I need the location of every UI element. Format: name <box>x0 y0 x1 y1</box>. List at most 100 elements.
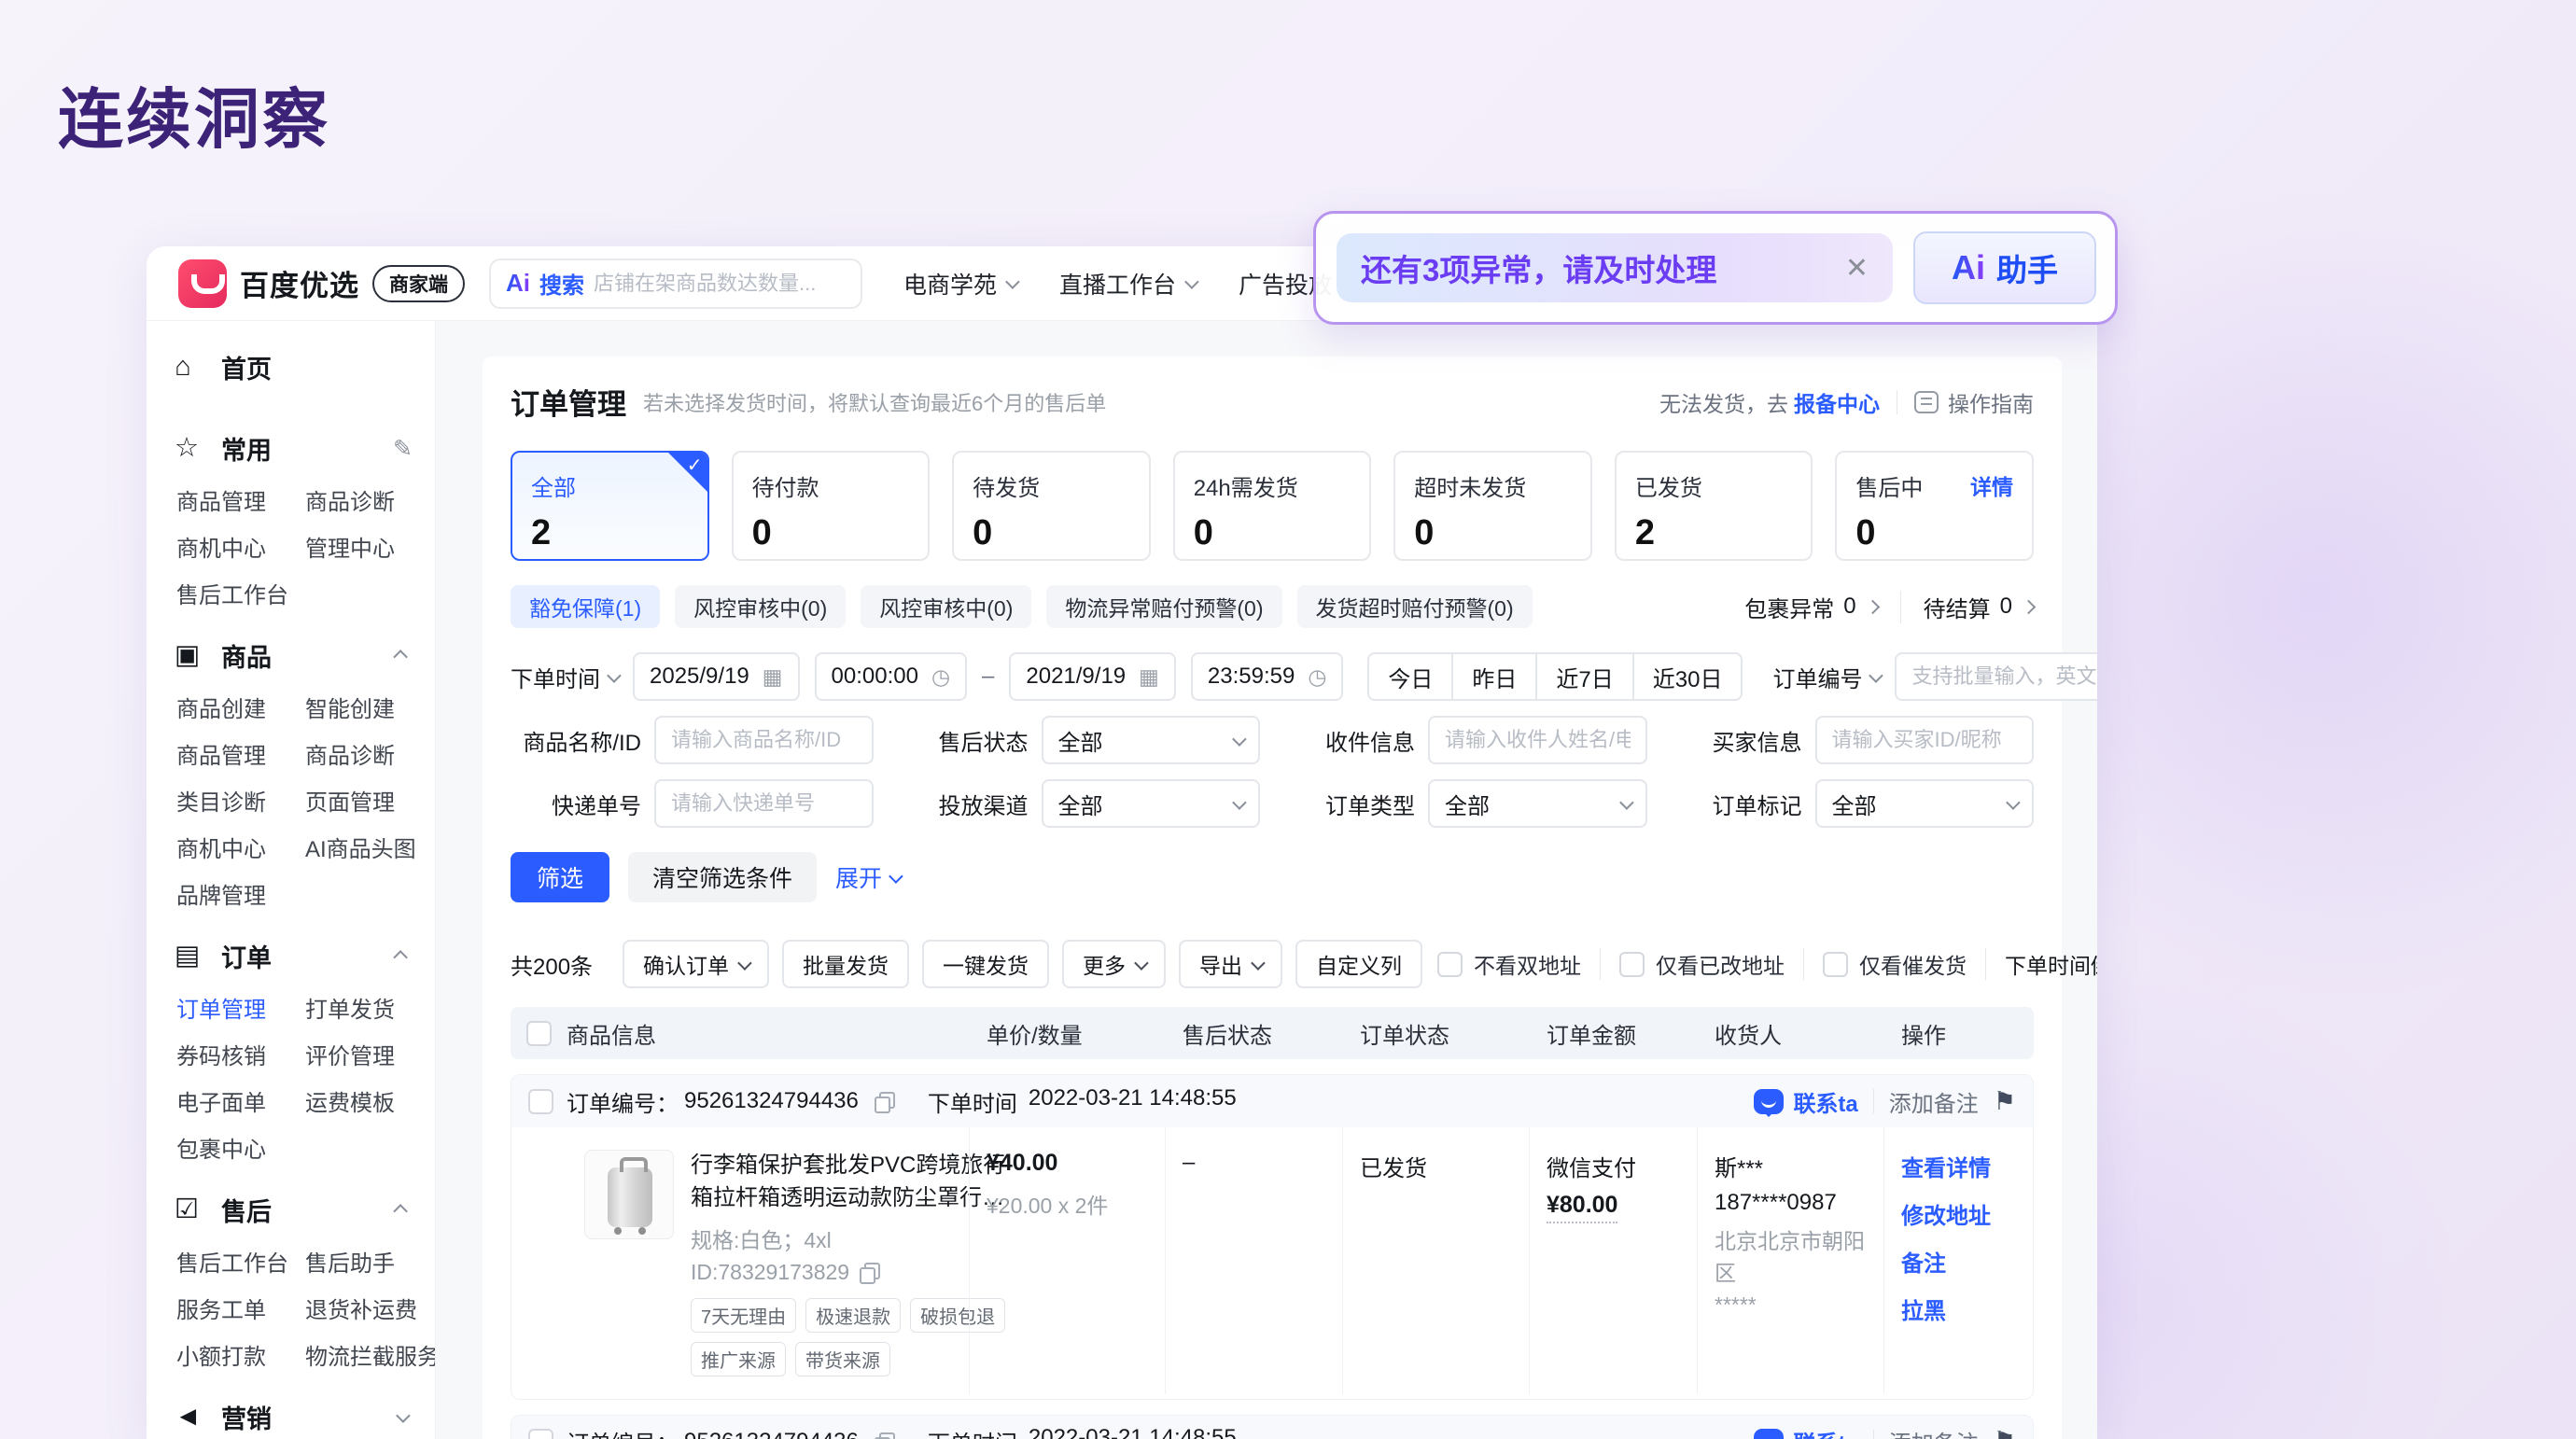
list-action-button[interactable]: 更多 <box>1062 940 1166 988</box>
filter-field-select[interactable]: 全部 <box>1042 716 1261 764</box>
list-action-button[interactable]: 自定义列 <box>1295 940 1422 988</box>
global-search[interactable]: Ai 搜索 <box>489 258 862 309</box>
filter-chip[interactable]: 豁免保障(1) <box>511 585 660 628</box>
status-tab[interactable]: 待付款 0 <box>732 451 931 561</box>
contact-buyer-link[interactable]: 联系ta <box>1754 1085 1857 1118</box>
filter-button[interactable]: 筛选 <box>511 852 609 902</box>
sidebar-section-header[interactable]: 常用 ✎ <box>175 430 413 467</box>
sidebar-item[interactable]: 商机中心 <box>176 831 305 863</box>
flag-icon[interactable]: ⚑ <box>1994 1427 2016 1439</box>
order-amount[interactable]: ¥80.00 <box>1547 1192 1617 1223</box>
order-time-label[interactable]: 下单时间 <box>511 661 618 693</box>
filter-field-select[interactable]: 全部 <box>1428 779 1647 828</box>
sidebar-item[interactable]: 商品创建 <box>176 691 305 723</box>
select-all-checkbox[interactable] <box>526 1021 552 1046</box>
quick-range-button[interactable]: 近7日 <box>1535 652 1633 701</box>
status-tab[interactable]: 待发货 0 <box>952 451 1151 561</box>
product-title[interactable]: 行李箱保护套批发PVC跨境旅行箱拉杆箱透明运动款防尘罩行李箱套 30... <box>691 1150 1012 1215</box>
order-checkbox[interactable] <box>528 1089 553 1114</box>
sidebar-item[interactable]: 运费模板 <box>305 1084 413 1117</box>
filter-field-input[interactable] <box>1428 716 1647 764</box>
assistant-message-pill[interactable]: 还有3项异常，请及时处理 ✕ <box>1337 233 1893 302</box>
ai-assistant-button[interactable]: Ai 助手 <box>1913 231 2096 304</box>
quick-range-button[interactable]: 今日 <box>1367 652 1453 701</box>
list-action-button[interactable]: 批量发货 <box>782 940 909 988</box>
copy-icon[interactable] <box>857 1261 879 1283</box>
order-no-label[interactable]: 订单编号 <box>1772 661 1880 693</box>
contact-buyer-link[interactable]: 联系ta <box>1754 1425 1857 1439</box>
copy-icon[interactable] <box>872 1090 894 1112</box>
row-action-link[interactable]: 修改地址 <box>1901 1197 2016 1230</box>
status-tab[interactable]: 超时未发货 0 <box>1393 451 1592 561</box>
start-time-picker[interactable]: 00:00:00 ◷ <box>815 652 968 701</box>
sidebar-item[interactable]: 智能创建 <box>305 691 416 723</box>
sidebar-item[interactable]: 商品管理 <box>176 737 305 770</box>
sidebar-item[interactable]: 商品诊断 <box>305 483 413 516</box>
edit-icon[interactable]: ✎ <box>393 435 413 463</box>
sidebar-section-header[interactable]: 营销 ✎ <box>175 1399 413 1435</box>
checkbox[interactable] <box>1823 952 1848 977</box>
expand-link[interactable]: 展开 <box>835 860 900 894</box>
quick-range-button[interactable]: 近30日 <box>1632 652 1743 701</box>
list-action-button[interactable]: 导出 <box>1179 940 1282 988</box>
filter-chip[interactable]: 物流异常赔付预警(0) <box>1046 585 1281 628</box>
status-tab[interactable]: 已发货 2 <box>1615 451 1813 561</box>
sidebar-item[interactable]: 商品管理 <box>176 483 305 516</box>
quick-range-button[interactable]: 昨日 <box>1451 652 1537 701</box>
sidebar-section-header[interactable]: 商品 ✎ <box>175 637 413 674</box>
sidebar-section-header[interactable]: 售后 ✎ <box>175 1192 413 1228</box>
filter-field-select[interactable]: 全部 <box>1042 779 1261 828</box>
sidebar-section-header[interactable]: 订单 ✎ <box>175 938 413 974</box>
row-action-link[interactable]: 备注 <box>1901 1245 2016 1278</box>
start-date-picker[interactable]: 2025/9/19 ▦ <box>633 652 800 701</box>
sidebar-item[interactable]: 售后助手 <box>305 1245 436 1278</box>
sidebar-item[interactable]: 管理中心 <box>305 530 413 563</box>
sidebar-section-header[interactable]: 首页 ✎ <box>175 349 413 385</box>
operation-guide-link[interactable]: 操作指南 <box>1914 386 2034 418</box>
checkbox[interactable] <box>1437 952 1463 977</box>
filter-chip[interactable]: 发货超时赔付预警(0) <box>1297 585 1533 628</box>
sidebar-item[interactable]: 评价管理 <box>305 1038 413 1070</box>
view-toggle[interactable]: 仅看催发货 <box>1803 948 1967 980</box>
sidebar-item[interactable]: 服务工单 <box>176 1292 305 1324</box>
end-date-picker[interactable]: 2021/9/19 ▦ <box>1009 652 1176 701</box>
sidebar-item[interactable]: 退货补运费 <box>305 1292 436 1324</box>
order-no-input[interactable] <box>1895 652 2097 701</box>
sidebar-item[interactable]: 券码核销 <box>176 1038 305 1070</box>
filter-field-input[interactable] <box>654 716 874 764</box>
sidebar-item[interactable]: 电子面单 <box>176 1084 305 1117</box>
filter-field-input[interactable] <box>1815 716 2035 764</box>
sort-order-select[interactable]: 下单时间倒序 <box>1985 948 2097 980</box>
order-checkbox[interactable] <box>528 1429 553 1439</box>
top-nav-item[interactable]: 电商学苑 <box>903 267 1016 300</box>
sidebar-item[interactable]: 品牌管理 <box>176 877 305 910</box>
list-action-button[interactable]: 确认订单 <box>623 940 769 988</box>
status-tab[interactable]: 24h需发货 0 <box>1173 451 1372 561</box>
search-input[interactable] <box>594 272 846 296</box>
sidebar-item[interactable]: 订单管理 <box>176 991 305 1024</box>
sidebar-item[interactable]: 类目诊断 <box>176 784 305 817</box>
close-icon[interactable]: ✕ <box>1845 252 1869 285</box>
view-toggle[interactable]: 仅看已改地址 <box>1600 948 1785 980</box>
filter-chip[interactable]: 风控审核中(0) <box>675 585 846 628</box>
end-time-picker[interactable]: 23:59:59 ◷ <box>1191 652 1344 701</box>
view-toggle[interactable]: 不看双地址 <box>1437 948 1581 980</box>
sidebar-item[interactable]: 售后工作台 <box>176 577 305 609</box>
status-tab[interactable]: 全部 2 ✓ <box>511 451 709 561</box>
summary-link[interactable]: 待结算 0 <box>1900 591 2034 623</box>
filter-field-input[interactable] <box>654 779 874 828</box>
sidebar-item[interactable]: 小额打款 <box>176 1338 305 1371</box>
filter-chip[interactable]: 风控审核中(0) <box>861 585 1031 628</box>
status-tab[interactable]: 售后中 详情 0 <box>1835 451 2034 561</box>
add-note-link[interactable]: 添加备注 <box>1889 1425 1979 1439</box>
top-nav-item[interactable]: 直播工作台 <box>1059 267 1196 300</box>
detail-link[interactable]: 详情 <box>1970 469 2013 501</box>
add-note-link[interactable]: 添加备注 <box>1889 1085 1979 1118</box>
checkbox[interactable] <box>1619 952 1645 977</box>
summary-link[interactable]: 包裹异常 0 <box>1744 591 1877 623</box>
list-action-button[interactable]: 一键发货 <box>922 940 1049 988</box>
copy-icon[interactable] <box>872 1431 894 1439</box>
flag-icon[interactable]: ⚑ <box>1994 1087 2016 1116</box>
product-image[interactable] <box>584 1150 674 1239</box>
filter-field-select[interactable]: 全部 <box>1815 779 2035 828</box>
